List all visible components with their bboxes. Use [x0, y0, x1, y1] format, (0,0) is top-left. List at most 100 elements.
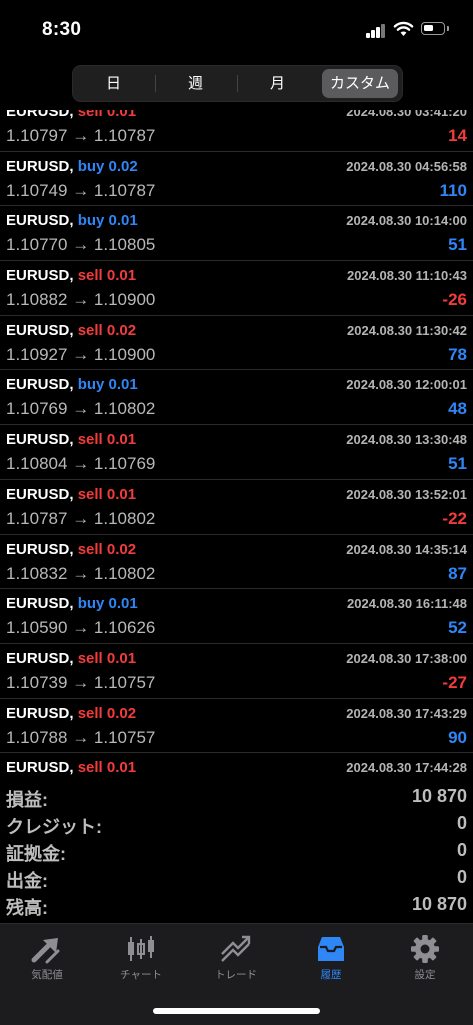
arrow-right-icon: →: [72, 508, 90, 528]
deal-close-price: 1.10787: [93, 126, 156, 145]
deal-symbol: EURUSD, buy 0.01: [6, 212, 138, 229]
withdrawal-value: 0: [456, 867, 467, 887]
deal-close-price: 1.10769: [93, 454, 156, 474]
deal-open-price: 1.10770: [6, 235, 68, 255]
tab-trade[interactable]: トレード: [189, 930, 283, 986]
tab-week[interactable]: 週: [158, 69, 233, 98]
tab-custom[interactable]: カスタム: [322, 69, 398, 98]
deal-row[interactable]: EURUSD, buy 0.01 2024.08.30 16:11:48 1.105…: [0, 589, 473, 644]
deal-row[interactable]: EURUSD, sell 0.02 2024.08.30 14:35:14 1.10…: [0, 535, 473, 590]
history-icon: [318, 937, 344, 961]
deal-row[interactable]: EURUSD, buy 0.02 2024.08.30 04:56:58 1.107…: [0, 152, 473, 207]
deal-close-price: 1.10802: [93, 563, 156, 583]
summary: 損益: 10 870 クレジット: 0 証拠金: 0 出金: 0 残高: 10 …: [0, 783, 473, 918]
deal-row[interactable]: EURUSD, sell 0.01 2024.08.30 13:52:01 1.10…: [0, 480, 473, 535]
status-bar: 8:30: [0, 0, 473, 56]
settings-icon: [411, 935, 439, 963]
deal-side: sell 0.01: [77, 110, 137, 120]
credit-value: 0: [456, 813, 467, 833]
deal-symbol-name: EURUSD,: [6, 485, 74, 503]
deal-open-price: 1.10788: [6, 727, 68, 747]
deal-profit: 52: [448, 618, 467, 638]
deal-side: buy 0.02: [77, 157, 138, 175]
deal-symbol-name: EURUSD,: [6, 267, 74, 285]
deal-prices: 1.10590 → 1.10626: [6, 618, 155, 638]
deal-symbol: EURUSD, sell 0.02: [6, 541, 136, 558]
deal-row[interactable]: EURUSD, sell 0.012024.08.30 17:44:281.10…: [0, 753, 473, 778]
tab-quotes[interactable]: 気配値: [0, 930, 94, 986]
deal-time: 2024.08.30 11:10:43: [347, 268, 467, 284]
deal-side: sell 0.01: [77, 649, 137, 667]
deal-prices: 1.10882 → 1.10900: [6, 290, 155, 310]
deal-close-price: 1.10802: [93, 399, 156, 419]
deal-profit: 87: [448, 563, 467, 583]
deal-symbol-name: EURUSD,: [6, 649, 74, 667]
deal-profit: -26: [442, 290, 467, 310]
deal-open-price: 1.10749: [6, 180, 68, 200]
deal-row[interactable]: EURUSD, sell 0.01 2024.08.30 17:38:00 1.10…: [0, 644, 473, 699]
arrow-right-icon: →: [72, 290, 90, 310]
deal-prices: 1.10770 → 1.10805: [6, 235, 155, 255]
deal-time: 2024.08.30 13:52:01: [346, 486, 467, 502]
deal-symbol: EURUSD, sell 0.02: [6, 705, 136, 722]
deal-side: sell 0.02: [77, 540, 137, 558]
arrow-right-icon: →: [72, 344, 90, 364]
arrow-right-icon: →: [72, 454, 90, 474]
deal-row[interactable]: EURUSD, sell 0.01 2024.08.30 13:30:48 1.10…: [0, 425, 473, 480]
deal-time: 2024.08.30 03:41:20: [346, 110, 467, 119]
deal-side: buy 0.01: [77, 212, 138, 230]
deal-open-price: 1.10927: [6, 344, 68, 364]
deal-prices: 1.10787 → 1.10802: [6, 509, 155, 529]
deal-prices: 1.10797 → 1.10787: [6, 126, 155, 146]
deal-row[interactable]: EURUSD, buy 0.01 2024.08.30 12:00:01 1.107…: [0, 370, 473, 426]
tab-history[interactable]: 履歴: [284, 930, 378, 986]
tab-day[interactable]: 日: [77, 69, 150, 98]
deal-symbol-name: EURUSD,: [6, 157, 74, 175]
deal-profit: 51: [448, 454, 467, 474]
deal-row[interactable]: EURUSD, buy 0.01 2024.08.30 10:14:00 1.107…: [0, 206, 473, 262]
tab-settings[interactable]: 設定: [378, 930, 472, 986]
credit-label: クレジット:: [6, 817, 102, 837]
deal-profit: 78: [448, 344, 467, 364]
deal-profit: 51: [448, 235, 467, 255]
deal-open-price: 1.10832: [6, 563, 68, 583]
deal-symbol: EURUSD, buy 0.02: [6, 158, 138, 175]
deal-row[interactable]: EURUSD, sell 0.02 2024.08.30 17:43:29 1.10…: [0, 699, 473, 754]
cellular-signal-icon: [366, 24, 386, 38]
tab-quotes-label: 気配値: [31, 969, 63, 981]
quotes-icon: [31, 938, 60, 964]
deals-list[interactable]: EURUSD, sell 0.01 2024.08.30 03:41:20 1.10…: [0, 110, 473, 778]
tab-trade-label: トレード: [215, 969, 257, 981]
deal-symbol-name: EURUSD,: [6, 110, 74, 120]
arrow-right-icon: →: [72, 126, 90, 145]
deal-side: sell 0.01: [77, 431, 137, 449]
deal-row[interactable]: EURUSD, sell 0.01 2024.08.30 03:41:20 1.10…: [0, 110, 473, 152]
withdrawal-label: 出金:: [6, 871, 48, 891]
deal-profit: 110: [439, 180, 467, 200]
arrow-right-icon: →: [72, 672, 90, 692]
deal-close-price: 1.10900: [93, 290, 156, 310]
deal-symbol: EURUSD, sell 0.01: [6, 759, 136, 776]
deal-prices: 1.10832 → 1.10802: [6, 564, 155, 584]
deal-row[interactable]: EURUSD, sell 0.01 2024.08.30 11:10:43 1.10…: [0, 261, 473, 316]
deal-close-price: 1.10805: [93, 235, 156, 255]
deal-symbol: EURUSD, sell 0.01: [6, 110, 136, 120]
battery-tip: [447, 26, 449, 31]
deal-time: 2024.08.30 11:30:42: [347, 322, 467, 338]
tab-month[interactable]: 月: [240, 69, 315, 98]
deal-symbol-name: EURUSD,: [6, 540, 74, 558]
deal-symbol-name: EURUSD,: [6, 376, 74, 394]
chart-icon: [128, 936, 154, 961]
deal-symbol-name: EURUSD,: [6, 321, 74, 339]
deal-time: 2024.08.30 16:11:48: [347, 596, 467, 612]
deal-close-price: 1.10626: [93, 618, 156, 638]
deal-symbol-name: EURUSD,: [6, 595, 74, 613]
tab-chart[interactable]: チャート: [94, 930, 188, 986]
deal-prices: 1.10749 → 1.10787: [6, 181, 155, 201]
deal-row[interactable]: EURUSD, sell 0.02 2024.08.30 11:30:42 1.10…: [0, 316, 473, 371]
deal-open-price: 1.10882: [6, 290, 68, 310]
deal-close-price: 1.10787: [93, 180, 156, 200]
status-time: 8:30: [42, 19, 82, 40]
deal-time: 2024.08.30 12:00:01: [346, 377, 467, 393]
deal-prices: 1.10804 → 1.10769: [6, 454, 155, 474]
